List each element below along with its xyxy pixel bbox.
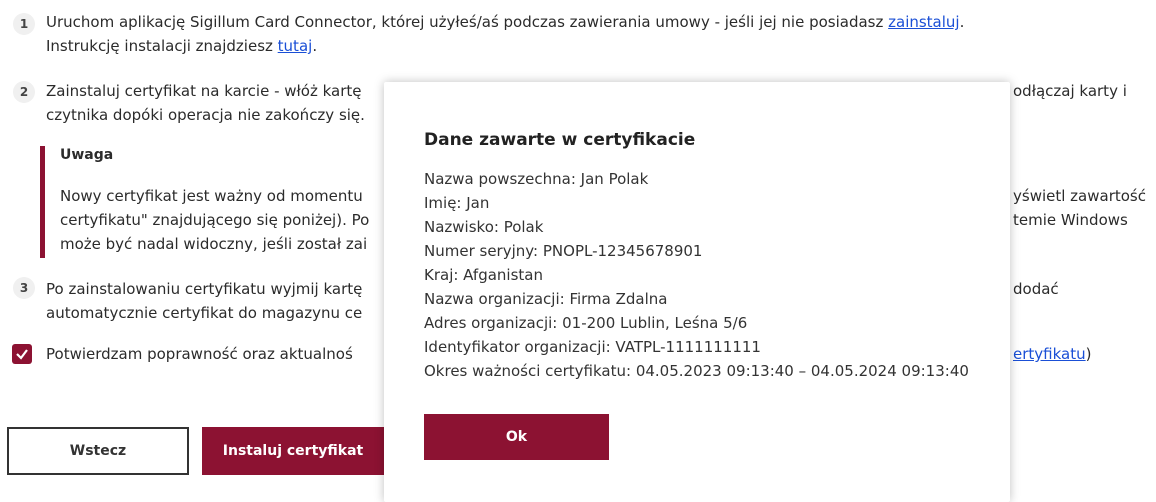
confirm-text-right: ertyfikatu) <box>1013 343 1091 365</box>
note-line-1: Nowy certyfikat jest ważny od momentu <box>60 187 363 205</box>
back-button[interactable]: Wstecz <box>7 427 189 475</box>
certificate-link[interactable]: ertyfikatu <box>1013 345 1086 363</box>
install-certificate-button[interactable]: Instaluj certyfikat <box>202 427 384 475</box>
install-link[interactable]: zainstaluj <box>888 13 959 31</box>
step-1-text: Uruchom aplikację Sigillum Card Connecto… <box>46 11 964 33</box>
instructions-link[interactable]: tutaj <box>278 37 313 55</box>
checkmark-icon <box>16 349 28 360</box>
step-2-line-1: Zainstaluj certyfikat na karcie - włóż k… <box>46 82 362 100</box>
step-1-text-2: Instrukcję instalacji znajdziesz tutaj. <box>46 35 317 57</box>
step-3-line-2: automatycznie certyfikat do magazynu ce <box>46 304 363 322</box>
step-1-line-1: Uruchom aplikację Sigillum Card Connecto… <box>46 13 889 31</box>
confirm-text: Potwierdzam poprawność oraz aktualnoś <box>46 345 353 363</box>
confirm-paren: ) <box>1085 345 1092 363</box>
note-line-3: może być nadal widoczny, jeśli został za… <box>60 235 368 253</box>
step-2-line-2: czytnika dopóki operacja nie zakończy si… <box>46 106 365 124</box>
step-2-line-1-right: odłączaj karty i <box>1013 82 1127 100</box>
field-common-name: Nazwa powszechna: Jan Polak <box>424 170 649 188</box>
step-1-punct: . <box>959 13 965 31</box>
field-country: Kraj: Afganistan <box>424 266 543 284</box>
field-organization-address: Adres organizacji: 01-200 Lublin, Leśna … <box>424 314 748 332</box>
step-number-1: 1 <box>13 13 35 35</box>
step-number-3: 3 <box>13 277 35 299</box>
field-first-name: Imię: Jan <box>424 194 490 212</box>
step-1-punct-2: . <box>312 37 318 55</box>
note-title: Uwaga <box>60 147 114 163</box>
modal-title: Dane zawarte w certyfikacie <box>424 130 696 150</box>
note-line-2: certyfikatu" znajdującego się poniżej). … <box>60 211 370 229</box>
field-organization-name: Nazwa organizacji: Firma Zdalna <box>424 290 668 308</box>
step-number-2: 2 <box>13 81 35 103</box>
step-1-line-2: Instrukcję instalacji znajdziesz <box>46 37 278 55</box>
certificate-fields: Nazwa powszechna: Jan Polak Imię: Jan Na… <box>424 167 969 383</box>
certificate-details-modal: Dane zawarte w certyfikacie Nazwa powsze… <box>384 82 1010 502</box>
confirm-checkbox[interactable] <box>12 344 32 364</box>
ok-button[interactable]: Ok <box>424 414 609 460</box>
note-line-2-right: temie Windows <box>1013 211 1128 229</box>
field-last-name: Nazwisko: Polak <box>424 218 544 236</box>
note-line-1-right: yświetl zawartość <box>1013 187 1146 205</box>
step-3-line-1: Po zainstalowaniu certyfikatu wyjmij kar… <box>46 280 363 298</box>
note-accent-bar <box>40 146 45 258</box>
field-organization-id: Identyfikator organizacji: VATPL-1111111… <box>424 338 761 356</box>
step-3-line-1-right: dodać <box>1013 280 1059 298</box>
field-validity-period: Okres ważności certyfikatu: 04.05.2023 0… <box>424 362 969 380</box>
field-serial-number: Numer seryjny: PNOPL-12345678901 <box>424 242 703 260</box>
